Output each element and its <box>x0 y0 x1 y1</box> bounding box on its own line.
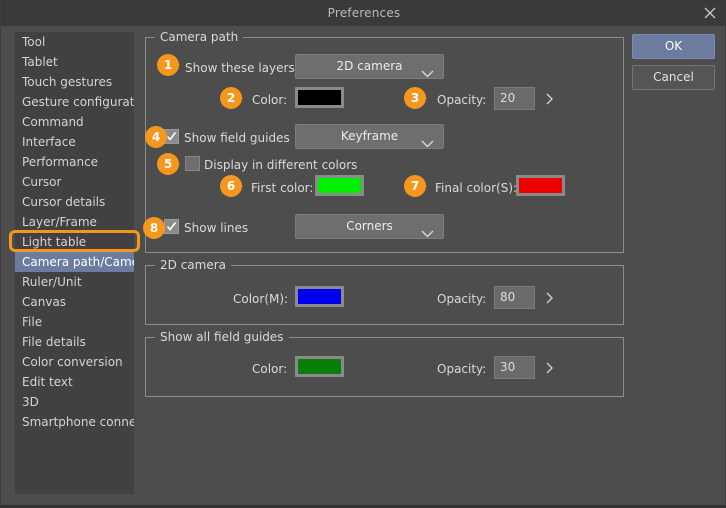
all-field-guides-group-title: Show all field guides <box>155 330 289 344</box>
two-d-camera-group-title: 2D camera <box>155 258 231 272</box>
sidebar-item-edit-text[interactable]: Edit text <box>15 372 134 392</box>
sidebar-item-color-conversion[interactable]: Color conversion <box>15 352 134 372</box>
window-title: Preferences <box>327 6 401 20</box>
title-bar: Preferences <box>1 0 726 26</box>
show-lines-checkbox[interactable] <box>164 219 179 234</box>
chevron-down-icon <box>421 63 434 82</box>
first-color-label: First color: <box>251 181 314 195</box>
badge-1: 1 <box>157 54 180 76</box>
field-guides-dropdown[interactable]: Keyframe <box>295 124 444 149</box>
badge-2: 2 <box>220 87 243 109</box>
display-in-different-colors-checkbox[interactable] <box>185 156 200 171</box>
show-lines-label: Show lines <box>184 221 249 235</box>
camera-path-opacity-input[interactable]: 20 <box>494 87 535 110</box>
first-color-fill <box>318 178 361 193</box>
chevron-down-icon <box>421 133 434 152</box>
sidebar-item-interface[interactable]: Interface <box>15 132 134 152</box>
preferences-dialog: Preferences Tool Tablet Touch gestures Gest… <box>0 0 726 508</box>
show-field-guides-label: Show field guides <box>184 131 290 145</box>
badge-4: 4 <box>145 126 168 148</box>
badge-5: 5 <box>157 153 180 175</box>
sidebar-item-camera-path-camera[interactable]: Camera path/Camera <box>15 252 134 272</box>
all-field-guides-opacity-expand-icon[interactable] <box>541 358 557 378</box>
cancel-button[interactable]: Cancel <box>632 65 715 90</box>
ok-button[interactable]: OK <box>632 34 715 59</box>
sidebar-item-ruler-unit[interactable]: Ruler/Unit <box>15 272 134 292</box>
display-in-different-colors-label: Display in different colors <box>204 158 358 172</box>
badge-8: 8 <box>143 217 166 239</box>
camera-path-color-fill <box>298 90 341 105</box>
sidebar-item-performance[interactable]: Performance <box>15 152 134 172</box>
final-color-label: Final color(S): <box>435 181 518 195</box>
two-d-camera-color-label: Color(M): <box>233 292 289 306</box>
sidebar-item-3d[interactable]: 3D <box>15 392 134 412</box>
camera-path-opacity-label: Opacity: <box>437 93 487 107</box>
camera-path-opacity-expand-icon[interactable] <box>541 89 557 109</box>
chevron-down-icon <box>421 223 434 242</box>
sidebar-item-tablet[interactable]: Tablet <box>15 52 134 72</box>
sidebar-item-layer-frame[interactable]: Layer/Frame <box>15 212 134 232</box>
badge-6: 6 <box>220 175 243 197</box>
two-d-camera-opacity-expand-icon[interactable] <box>541 288 557 308</box>
camera-path-color-swatch[interactable] <box>295 87 344 108</box>
two-d-camera-color-swatch[interactable] <box>295 286 344 307</box>
all-field-guides-color-fill <box>298 359 341 374</box>
sidebar-item-command[interactable]: Command <box>15 112 134 132</box>
sidebar-item-file-details[interactable]: File details <box>15 332 134 352</box>
all-field-guides-color-swatch[interactable] <box>295 356 344 377</box>
final-color-fill <box>519 178 562 193</box>
camera-path-color-label: Color: <box>252 93 288 107</box>
all-field-guides-opacity-input[interactable]: 30 <box>494 356 535 379</box>
sidebar-item-smartphone-connection[interactable]: Smartphone connection <box>15 412 134 432</box>
two-d-camera-opacity-label: Opacity: <box>437 292 487 306</box>
badge-3: 3 <box>404 87 427 109</box>
two-d-camera-color-fill <box>298 289 341 304</box>
sidebar-item-gesture-configuration[interactable]: Gesture configuration <box>15 92 134 112</box>
show-lines-dropdown[interactable]: Corners <box>295 214 444 239</box>
sidebar-item-file[interactable]: File <box>15 312 134 332</box>
badge-7: 7 <box>404 175 427 197</box>
two-d-camera-opacity-input[interactable]: 80 <box>494 286 535 309</box>
final-color-swatch[interactable] <box>516 175 565 196</box>
sidebar-item-touch-gestures[interactable]: Touch gestures <box>15 72 134 92</box>
all-field-guides-color-label: Color: <box>252 362 288 376</box>
show-these-layers-label: Show these layers: <box>185 61 299 75</box>
sidebar-item-cursor[interactable]: Cursor <box>15 172 134 192</box>
show-these-layers-dropdown[interactable]: 2D camera <box>295 54 444 79</box>
camera-path-group-title: Camera path <box>155 30 244 44</box>
preferences-category-list[interactable]: Tool Tablet Touch gestures Gesture configur… <box>15 32 134 494</box>
sidebar-item-canvas[interactable]: Canvas <box>15 292 134 312</box>
sidebar-item-tool[interactable]: Tool <box>15 32 134 52</box>
sidebar-item-cursor-details[interactable]: Cursor details <box>15 192 134 212</box>
first-color-swatch[interactable] <box>315 175 364 196</box>
sidebar-item-light-table[interactable]: Light table <box>15 232 134 252</box>
all-field-guides-opacity-label: Opacity: <box>437 362 487 376</box>
close-icon[interactable] <box>697 2 723 24</box>
